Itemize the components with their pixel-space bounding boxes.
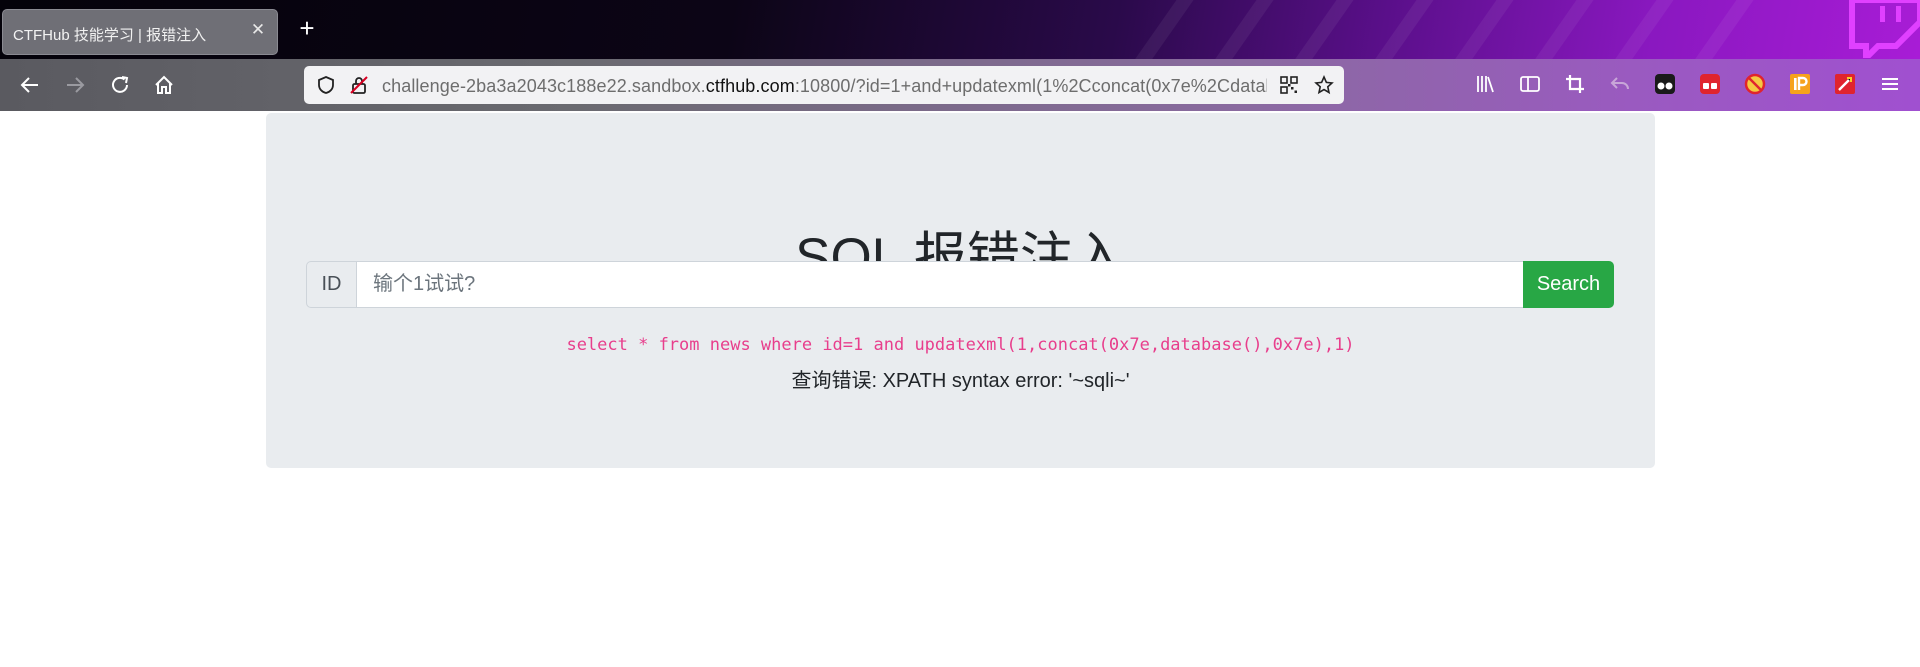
reload-icon[interactable] — [106, 71, 134, 99]
close-icon[interactable]: ✕ — [249, 21, 267, 39]
star-bookmark-icon[interactable] — [1314, 75, 1334, 95]
active-tab[interactable]: CTFHub 技能学习 | 报错注入 ✕ — [2, 9, 278, 55]
back-icon[interactable] — [16, 71, 44, 99]
shield-icon[interactable] — [316, 75, 336, 95]
url-suffix: :10800/?id=1+and+updatexml(1%2Cconcat(0x… — [794, 76, 1267, 96]
sql-query-text: select * from news where id=1 and update… — [566, 335, 1355, 355]
qr-code-icon[interactable] — [1279, 75, 1299, 95]
crop-icon[interactable] — [1563, 72, 1587, 96]
jumbotron: SQL 报错注入 ID Search select * from news wh… — [266, 113, 1655, 468]
url-domain: ctfhub.com — [705, 76, 795, 96]
insecure-lock-icon[interactable] — [349, 75, 369, 95]
url-bar[interactable]: challenge-2ba3a2043c188e22.sandbox.ctfhu… — [304, 66, 1344, 104]
home-icon[interactable] — [150, 71, 178, 99]
forward-icon[interactable] — [61, 71, 89, 99]
plus-icon[interactable]: + — [294, 15, 320, 42]
undo-icon[interactable] — [1608, 72, 1632, 96]
library-icon[interactable] — [1473, 72, 1497, 96]
extension-red-icon[interactable] — [1698, 72, 1722, 96]
twitch-logo-icon — [1849, 0, 1920, 58]
extension-glasses-icon[interactable] — [1653, 72, 1677, 96]
ip-extension-icon[interactable] — [1788, 72, 1812, 96]
no-script-icon[interactable] — [1743, 72, 1767, 96]
error-message: 查询错误: XPATH syntax error: '~sqli~' — [791, 370, 1130, 392]
menu-icon[interactable] — [1878, 72, 1902, 96]
id-addon-label: ID — [306, 261, 357, 308]
tab-strip: CTFHub 技能学习 | 报错注入 ✕ + — [0, 0, 1920, 59]
url-prefix: challenge-2ba3a2043c188e22.sandbox. — [382, 76, 706, 96]
hackbar-icon[interactable] — [1833, 72, 1857, 96]
tab-title: CTFHub 技能学习 | 报错注入 — [13, 27, 207, 44]
id-input[interactable] — [356, 261, 1524, 308]
search-form: ID Search — [306, 261, 1614, 308]
navigation-bar: challenge-2ba3a2043c188e22.sandbox.ctfhu… — [0, 59, 1920, 111]
search-button[interactable]: Search — [1523, 261, 1614, 308]
url-text[interactable]: challenge-2ba3a2043c188e22.sandbox.ctfhu… — [382, 76, 1267, 96]
sidebar-icon[interactable] — [1518, 72, 1542, 96]
